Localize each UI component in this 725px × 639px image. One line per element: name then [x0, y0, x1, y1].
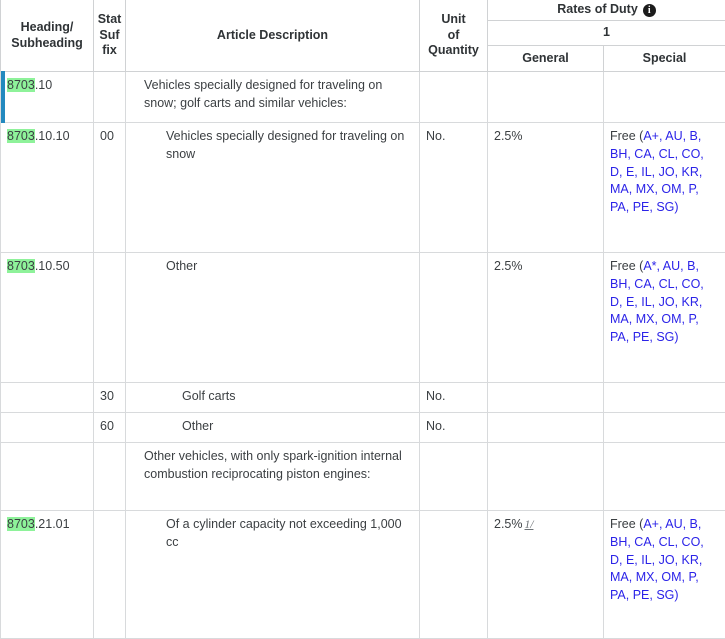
table-row: 8703.21.01 Of a cylinder capacity not exc…	[0, 510, 725, 639]
cell-special-rate: Free (A+, AU, B, BH, CA, CL, CO, D, E, I…	[602, 510, 725, 639]
heading-number-suffix: .10	[34, 78, 53, 92]
cell-general-rate	[487, 412, 604, 443]
cell-general-rate: 2.5% 1/	[487, 510, 604, 639]
cell-heading-subheading	[0, 382, 94, 413]
cell-unit-of-quantity: No.	[419, 382, 488, 413]
cell-unit-of-quantity	[419, 510, 488, 639]
cell-stat-suffix	[93, 71, 126, 123]
cell-special-rate: Free (A*, AU, B, BH, CA, CL, CO, D, E, I…	[602, 252, 725, 383]
table-row: Other vehicles, with only spark-ignition…	[0, 442, 725, 511]
cell-unit-of-quantity: No.	[419, 122, 488, 253]
cell-general-rate	[487, 71, 604, 123]
heading-number-suffix: .10.50	[34, 259, 70, 273]
cell-special-rate	[602, 71, 725, 123]
cell-special-rate	[602, 412, 725, 443]
rates-of-duty-label: Rates of Duty	[557, 2, 638, 17]
stat-header-line2: Suf	[99, 27, 120, 42]
table-header: Heading/ Subheading Stat Suf fix Article…	[0, 0, 725, 72]
cell-stat-suffix[interactable]: 30	[93, 382, 126, 413]
article-description-text: Vehicles specially designed for travelin…	[144, 78, 383, 110]
column-header-rates-of-duty: Rates of Duty i	[486, 0, 725, 21]
search-highlight: 8703	[7, 517, 35, 531]
cell-article-description: Vehicles specially designed for travelin…	[125, 71, 420, 123]
article-description-text: Vehicles specially designed for travelin…	[166, 129, 405, 161]
column-header-article-description: Article Description	[125, 0, 420, 72]
column-header-rate-column-number: 1	[486, 20, 725, 46]
cell-article-description: Golf carts	[125, 382, 420, 413]
cell-unit-of-quantity	[419, 71, 488, 123]
cell-heading-subheading: 8703.10	[0, 71, 94, 123]
column-header-special: Special	[602, 45, 725, 72]
unit-header-line1: Unit	[441, 11, 466, 26]
hts-tariff-table: Heading/ Subheading Stat Suf fix Article…	[0, 0, 725, 639]
cell-general-rate	[487, 442, 604, 511]
heading-number-suffix: .21.01	[34, 517, 70, 531]
heading-header-line1: Heading/	[20, 19, 74, 34]
search-highlight: 8703	[7, 78, 35, 92]
cell-stat-suffix[interactable]: 00	[93, 122, 126, 253]
cell-unit-of-quantity	[419, 252, 488, 383]
article-description-text: Other	[182, 419, 214, 433]
cell-article-description: Of a cylinder capacity not exceeding 1,0…	[125, 510, 420, 639]
table-row: 8703.10.10 00 Vehicles specially designed …	[0, 122, 725, 253]
table-row: 8703.10.50 Other 2.5% Free (A*, AU, B, BH, …	[0, 252, 725, 383]
special-rate-value: Free (	[610, 129, 644, 143]
cell-heading-subheading: 8703.10.10	[0, 122, 94, 253]
cell-general-rate: 2.5%	[487, 252, 604, 383]
cell-heading-subheading: 8703.10.50	[0, 252, 94, 383]
cell-heading-subheading: 8703.21.01	[0, 510, 94, 639]
cell-stat-suffix[interactable]: 60	[93, 412, 126, 443]
general-rate-value: 2.5%	[494, 129, 523, 143]
search-highlight: 8703	[7, 129, 35, 143]
cell-stat-suffix	[93, 442, 126, 511]
cell-article-description: Vehicles specially designed for travelin…	[125, 122, 420, 253]
heading-header-line2: Subheading	[11, 35, 83, 50]
article-description-text: Other	[166, 259, 198, 273]
article-description-text: Of a cylinder capacity not exceeding 1,0…	[166, 517, 402, 549]
general-rate-value: 2.5%	[494, 517, 523, 531]
table-body: 8703.10 Vehicles specially designed for t…	[0, 71, 725, 639]
cell-heading-subheading	[0, 442, 94, 511]
cell-special-rate	[602, 442, 725, 511]
unit-header-line2: of	[447, 27, 460, 42]
general-rate-value: 2.5%	[494, 259, 523, 273]
cell-unit-of-quantity	[419, 442, 488, 511]
column-header-unit-of-quantity: Unit of Quantity	[419, 0, 488, 72]
cell-stat-suffix	[93, 510, 126, 639]
heading-number-suffix: .10.10	[34, 129, 70, 143]
table-row: 60 Other No.	[0, 412, 725, 443]
info-icon[interactable]: i	[642, 3, 656, 17]
footnote-marker[interactable]: 1/	[525, 519, 534, 531]
cell-stat-suffix	[93, 252, 126, 383]
cell-article-description: Other vehicles, with only spark-ignition…	[125, 442, 420, 511]
cell-article-description: Other	[125, 412, 420, 443]
stat-header-line3: fix	[102, 43, 117, 58]
cell-article-description: Other	[125, 252, 420, 383]
special-rate-value: Free (	[610, 517, 644, 531]
column-header-stat-suffix: Stat Suf fix	[93, 0, 126, 72]
cell-special-rate: Free (A+, AU, B, BH, CA, CL, CO, D, E, I…	[602, 122, 725, 253]
cell-general-rate	[487, 382, 604, 413]
row-accent-bar	[1, 71, 5, 123]
unit-header-line3: Quantity	[428, 43, 479, 58]
column-header-general: General	[487, 45, 604, 72]
table-row: 8703.10 Vehicles specially designed for t…	[0, 71, 725, 123]
special-rate-value: Free (	[610, 259, 644, 273]
cell-unit-of-quantity: No.	[419, 412, 488, 443]
article-description-text: Other vehicles, with only spark-ignition…	[144, 449, 402, 481]
cell-heading-subheading	[0, 412, 94, 443]
article-description-text: Golf carts	[182, 389, 236, 403]
column-header-heading-subheading: Heading/ Subheading	[0, 0, 94, 72]
table-row: 30 Golf carts No.	[0, 382, 725, 413]
search-highlight: 8703	[7, 259, 35, 273]
cell-general-rate: 2.5%	[487, 122, 604, 253]
cell-special-rate	[602, 382, 725, 413]
stat-header-line1: Stat	[97, 11, 122, 26]
